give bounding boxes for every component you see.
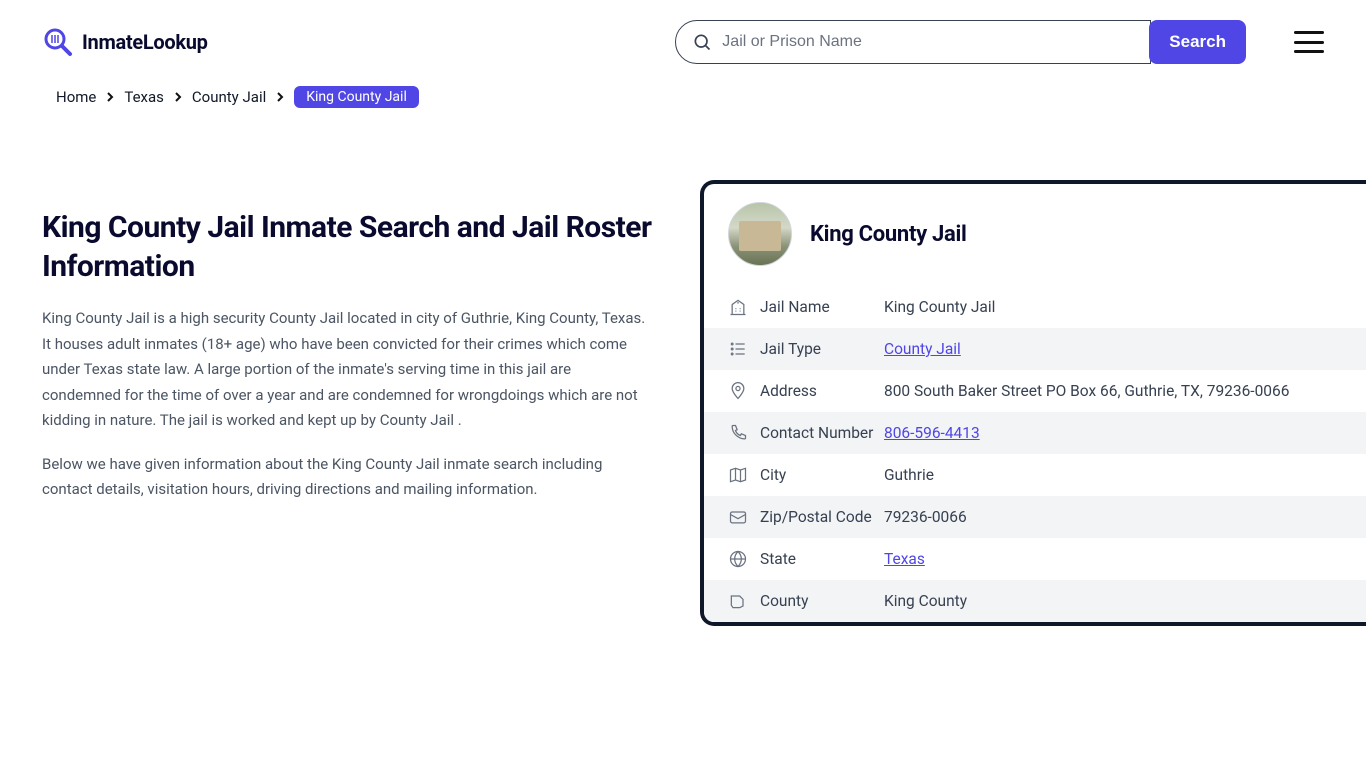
paragraph-1: King County Jail is a high security Coun… [42,306,652,434]
header: InmateLookup Search [0,0,1366,84]
hamburger-menu-icon[interactable] [1294,31,1324,53]
row-value: King County Jail [884,298,995,316]
row-label: Contact Number [760,424,884,442]
chevron-right-icon [274,91,286,103]
search-form: Search [675,20,1246,64]
info-row: Address800 South Baker Street PO Box 66,… [704,370,1366,412]
row-label: City [760,466,884,484]
info-row: Zip/Postal Code79236-0066 [704,496,1366,538]
info-row: StateTexas [704,538,1366,580]
row-label: Jail Name [760,298,884,316]
row-value[interactable]: 806-596-4413 [884,424,980,442]
main-content: King County Jail Inmate Search and Jail … [0,180,1366,626]
right-column: King County Jail Jail NameKing County Ja… [700,180,1366,626]
logo-icon [42,26,74,58]
breadcrumb: Home Texas County Jail King County Jail [0,84,1366,108]
paragraph-2: Below we have given information about th… [42,452,652,503]
phone-icon [728,423,748,443]
globe-icon [728,549,748,569]
row-value: 79236-0066 [884,508,967,526]
row-value[interactable]: County Jail [884,340,961,358]
row-label: Zip/Postal Code [760,508,884,526]
card-header: King County Jail [704,184,1366,286]
map-icon [728,465,748,485]
shape-icon [728,591,748,611]
info-row: CityGuthrie [704,454,1366,496]
search-input[interactable] [722,33,1134,51]
header-right: Search [675,20,1324,64]
breadcrumb-county-jail[interactable]: County Jail [192,88,266,106]
info-row: Jail TypeCounty Jail [704,328,1366,370]
info-row: CountyKing County [704,580,1366,622]
row-value: 800 South Baker Street PO Box 66, Guthri… [884,382,1289,400]
info-rows: Jail NameKing County JailJail TypeCounty… [704,286,1366,622]
jail-avatar [728,202,792,266]
info-row: Jail NameKing County Jail [704,286,1366,328]
building-icon [728,297,748,317]
mail-icon [728,507,748,527]
row-label: State [760,550,884,568]
pin-icon [728,381,748,401]
list-icon [728,339,748,359]
logo-text: InmateLookup [82,30,208,54]
row-label: Jail Type [760,340,884,358]
breadcrumb-texas[interactable]: Texas [124,88,164,106]
breadcrumb-home[interactable]: Home [56,88,96,106]
page-title: King County Jail Inmate Search and Jail … [42,208,652,286]
breadcrumb-current: King County Jail [294,86,419,108]
row-label: County [760,592,884,610]
search-box[interactable] [675,20,1151,64]
row-value: Guthrie [884,466,934,484]
info-row: Contact Number806-596-4413 [704,412,1366,454]
card-title: King County Jail [810,222,967,247]
search-button[interactable]: Search [1149,20,1246,64]
chevron-right-icon [172,91,184,103]
row-value: King County [884,592,967,610]
logo[interactable]: InmateLookup [42,26,208,58]
chevron-right-icon [104,91,116,103]
left-column: King County Jail Inmate Search and Jail … [42,180,652,626]
row-label: Address [760,382,884,400]
search-icon [692,32,712,52]
info-card: King County Jail Jail NameKing County Ja… [700,180,1366,626]
row-value[interactable]: Texas [884,550,925,568]
